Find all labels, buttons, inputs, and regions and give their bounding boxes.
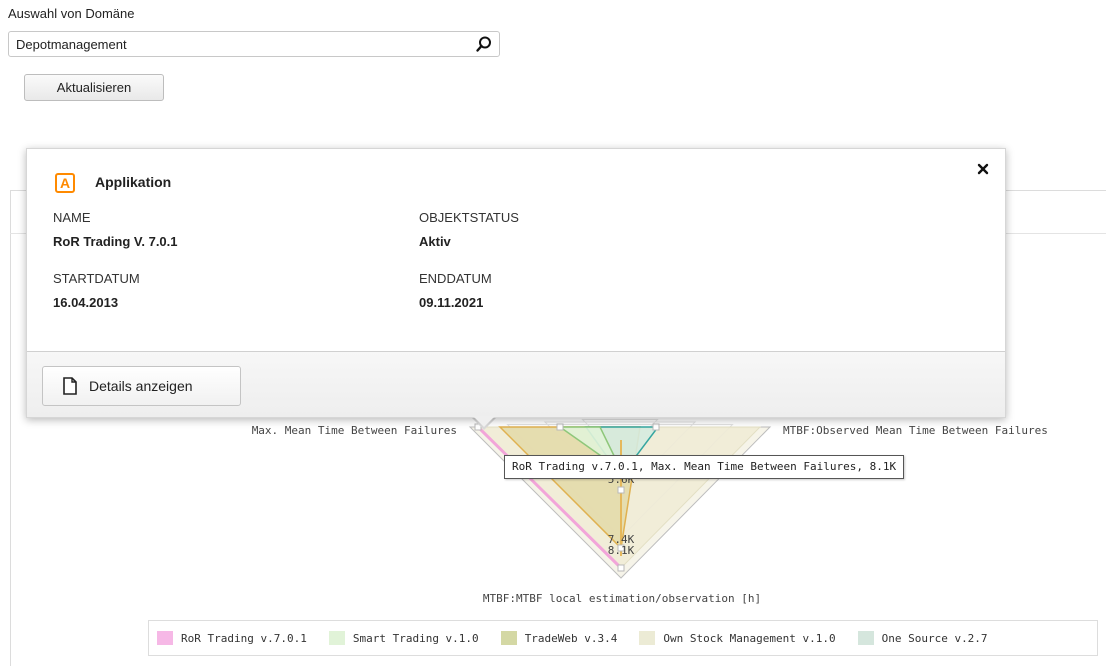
data-point-marker <box>556 423 564 431</box>
legend-item[interactable]: RoR Trading v.7.0.1 <box>157 631 307 645</box>
axis-label-left: Max. Mean Time Between Failures <box>252 424 457 437</box>
close-icon[interactable] <box>975 161 991 177</box>
legend-item[interactable]: Smart Trading v.1.0 <box>328 631 479 645</box>
legend-item[interactable]: TradeWeb v.3.4 <box>500 631 618 645</box>
name-value: RoR Trading V. 7.0.1 <box>53 234 178 249</box>
legend-label: One Source v.2.7 <box>881 631 988 645</box>
document-icon <box>63 377 77 395</box>
chart-tooltip: RoR Trading v.7.0.1, Max. Mean Time Betw… <box>504 455 905 479</box>
legend-swatch <box>500 631 517 645</box>
details-button[interactable]: Details anzeigen <box>42 366 241 406</box>
legend-label: RoR Trading v.7.0.1 <box>181 631 307 645</box>
legend-label: Smart Trading v.1.0 <box>352 631 479 645</box>
end-date-label: ENDDATUM <box>419 271 492 286</box>
popup-pointer-inner <box>473 416 495 427</box>
legend-swatch <box>639 631 656 645</box>
application-popup: A Applikation NAME RoR Trading V. 7.0.1 … <box>26 148 1006 418</box>
legend-item[interactable]: Own Stock Management v.1.0 <box>639 631 836 645</box>
end-date-value: 09.11.2021 <box>419 295 484 310</box>
axis-label-right: MTBF:Observed Mean Time Between Failures <box>783 424 1048 437</box>
name-label: NAME <box>53 210 91 225</box>
value-label-8-1k: 8.1K <box>608 544 635 557</box>
data-point-marker <box>617 486 625 494</box>
legend-swatch <box>857 631 874 645</box>
start-date-value: 16.04.2013 <box>53 295 119 310</box>
application-icon: A <box>55 173 75 193</box>
details-button-label: Details anzeigen <box>89 378 193 394</box>
chart-legend: RoR Trading v.7.0.1 Smart Trading v.1.0 Tr… <box>148 620 1098 656</box>
axis-label-bottom: MTBF:MTBF local estimation/observation [… <box>483 592 761 605</box>
data-point-marker <box>652 423 660 431</box>
legend-label: Own Stock Management v.1.0 <box>663 631 836 645</box>
legend-label: TradeWeb v.3.4 <box>524 631 618 645</box>
legend-item[interactable]: One Source v.2.7 <box>857 631 988 645</box>
data-point-marker <box>617 564 625 572</box>
start-date-label: STARTDATUM <box>53 271 140 286</box>
popup-title: Applikation <box>95 174 172 190</box>
legend-swatch <box>157 631 173 645</box>
status-label: OBJEKTSTATUS <box>419 210 519 225</box>
popup-footer: Details anzeigen <box>27 351 1005 417</box>
status-value: Aktiv <box>419 234 451 249</box>
legend-swatch <box>328 631 345 645</box>
